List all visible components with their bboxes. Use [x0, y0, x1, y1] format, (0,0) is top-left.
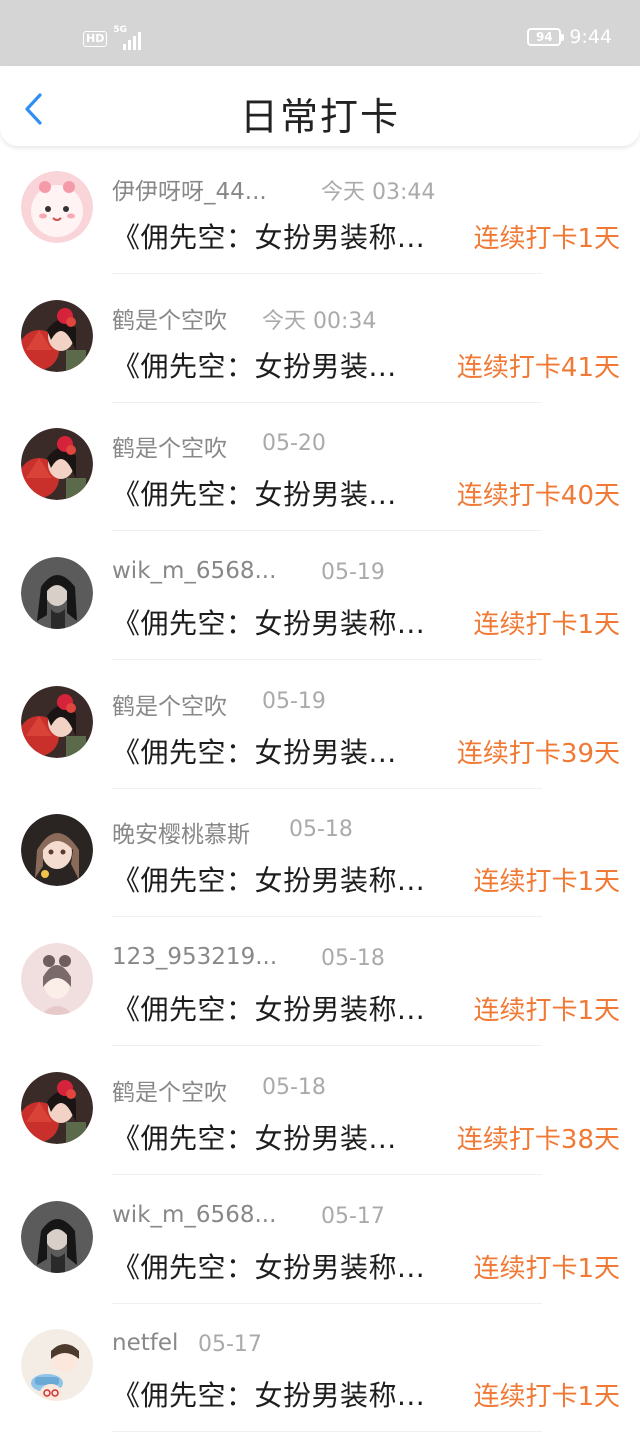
checkin-item[interactable]: 鹤是个空吹 05-19 《佣先空：女扮男装... 连续打卡39天 [0, 661, 640, 790]
checkin-time: 05-19 [262, 688, 326, 714]
checkin-time: 05-19 [321, 560, 385, 586]
checkin-time: 今天 00:34 [262, 308, 377, 334]
battery-level: 94 [535, 30, 553, 44]
streak-label: 连续打卡38天 [456, 1124, 620, 1155]
username[interactable]: wik_m_6568... [112, 558, 276, 584]
checkin-item[interactable]: 鹤是个空吹 今天 00:34 《佣先空：女扮男装... 连续打卡41天 [0, 275, 640, 404]
dark-hair-girl-avatar[interactable] [21, 557, 93, 630]
streak-label: 连续打卡1天 [473, 610, 620, 641]
username[interactable]: netfel [112, 1330, 178, 1356]
checkin-time: 05-18 [321, 946, 385, 972]
book-title[interactable]: 《佣先空：女扮男装... [112, 345, 397, 385]
status-bar: HD 5G 94 9:44 [0, 0, 640, 66]
checkin-time: 05-18 [289, 817, 353, 843]
book-title[interactable]: 《佣先空：女扮男装称... [112, 988, 425, 1028]
checkin-item[interactable]: 鹤是个空吹 05-18 《佣先空：女扮男装... 连续打卡38天 [0, 1047, 640, 1176]
username[interactable]: 鹤是个空吹 [112, 687, 227, 721]
book-title[interactable]: 《佣先空：女扮男装称... [112, 1246, 425, 1286]
pastel-girl-avatar[interactable] [21, 943, 93, 1016]
checkin-time: 05-17 [198, 1332, 262, 1358]
book-title[interactable]: 《佣先空：女扮男装称... [112, 216, 425, 256]
checkin-time: 05-20 [262, 431, 326, 457]
signal-icon: 5G [113, 25, 145, 50]
book-title[interactable]: 《佣先空：女扮男装... [112, 731, 397, 771]
username[interactable]: 鹤是个空吹 [112, 1073, 227, 1107]
checkin-item[interactable]: wik_m_6568... 05-17 《佣先空：女扮男装称... 连续打卡1天 [0, 1176, 640, 1305]
status-right: 94 9:44 [527, 26, 612, 48]
streak-label: 连续打卡39天 [456, 738, 620, 769]
red-fan-girl-avatar[interactable] [21, 428, 93, 501]
checkin-item[interactable]: wik_m_6568... 05-19 《佣先空：女扮男装称... 连续打卡1天 [0, 532, 640, 661]
clock: 9:44 [569, 26, 612, 48]
row-divider [112, 1431, 542, 1433]
username[interactable]: 鹤是个空吹 [112, 429, 227, 463]
username[interactable]: 鹤是个空吹 [112, 301, 227, 335]
pink-cartoon-avatar[interactable] [21, 171, 93, 243]
book-title[interactable]: 《佣先空：女扮男装称... [112, 602, 425, 642]
streak-label: 连续打卡41天 [456, 352, 620, 383]
checkin-item[interactable]: 鹤是个空吹 05-20 《佣先空：女扮男装... 连续打卡40天 [0, 403, 640, 532]
username[interactable]: 伊伊呀呀_44... [112, 172, 267, 206]
streak-label: 连续打卡1天 [473, 867, 620, 898]
checkin-item[interactable]: 伊伊呀呀_44... 今天 03:44 《佣先空：女扮男装称... 连续打卡1天 [0, 146, 640, 275]
network-indicators: HD 5G [83, 25, 145, 50]
checkin-item[interactable]: 晚安樱桃慕斯 05-18 《佣先空：女扮男装称... 连续打卡1天 [0, 789, 640, 918]
streak-label: 连续打卡1天 [473, 996, 620, 1027]
red-fan-girl-avatar[interactable] [21, 685, 93, 758]
red-fan-girl-avatar[interactable] [21, 299, 93, 372]
dark-hair-girl-avatar[interactable] [21, 1200, 93, 1273]
streak-label: 连续打卡1天 [473, 1253, 620, 1284]
hd-voice-icon: HD [83, 31, 108, 47]
checkin-item[interactable]: 123_953219... 05-18 《佣先空：女扮男装称... 连续打卡1天 [0, 918, 640, 1047]
anime-boy-blue-hat-avatar[interactable] [21, 1329, 93, 1402]
username[interactable]: wik_m_6568... [112, 1202, 276, 1228]
streak-label: 连续打卡1天 [473, 224, 620, 254]
username[interactable]: 晚安樱桃慕斯 [112, 815, 250, 849]
checkin-time: 05-17 [321, 1203, 385, 1229]
nav-header: 日常打卡 [0, 66, 640, 146]
book-title[interactable]: 《佣先空：女扮男装称... [112, 859, 425, 899]
checkin-time: 今天 03:44 [321, 180, 436, 205]
checkin-time: 05-18 [262, 1074, 326, 1100]
book-title[interactable]: 《佣先空：女扮男装称... [112, 1374, 425, 1414]
book-title[interactable]: 《佣先空：女扮男装... [112, 1117, 397, 1157]
page-title: 日常打卡 [239, 95, 400, 139]
anime-girl-avatar[interactable] [21, 814, 93, 887]
network-type-label: 5G [113, 25, 127, 35]
book-title[interactable]: 《佣先空：女扮男装... [112, 473, 397, 513]
username[interactable]: 123_953219... [112, 944, 277, 970]
streak-label: 连续打卡40天 [456, 481, 620, 512]
checkin-list: 伊伊呀呀_44... 今天 03:44 《佣先空：女扮男装称... 连续打卡1天 鹤是个… [0, 146, 640, 1433]
battery-icon: 94 [527, 28, 565, 46]
red-fan-girl-avatar[interactable] [21, 1071, 93, 1144]
checkin-item[interactable]: netfel 05-17 《佣先空：女扮男装称... 连续打卡1天 [0, 1304, 640, 1433]
streak-label: 连续打卡1天 [473, 1382, 620, 1413]
